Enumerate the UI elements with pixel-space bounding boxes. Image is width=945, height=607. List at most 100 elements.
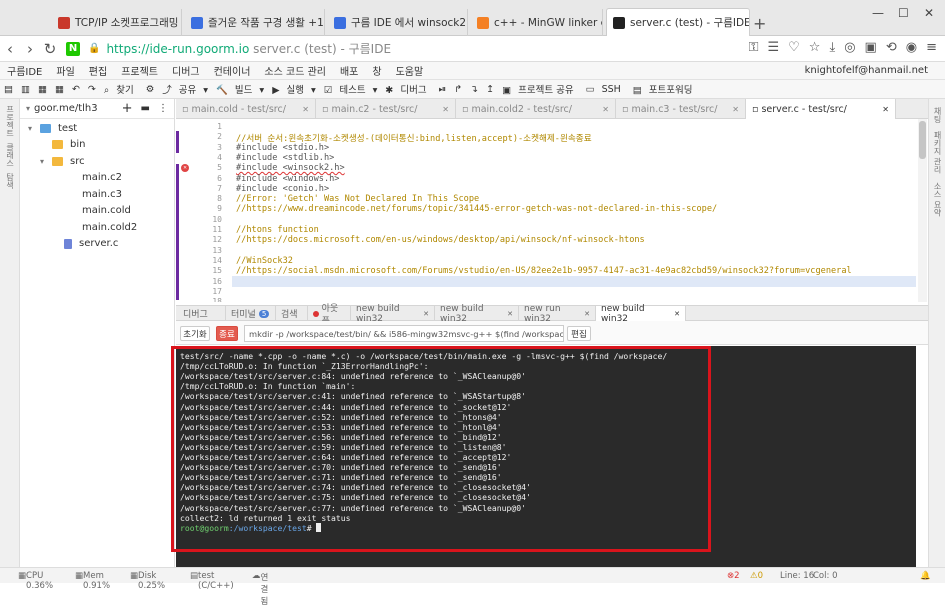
save-all-icon[interactable]: ▦ — [55, 84, 64, 95]
port-forward-button[interactable]: ▤ 포트포워딩 — [633, 82, 697, 96]
maximize-icon[interactable]: ☐ — [898, 6, 909, 20]
close-icon[interactable]: ✕ — [324, 16, 325, 29]
tree-node[interactable]: main.cold — [20, 203, 174, 220]
menu-item[interactable]: 소스 코드 관리 — [264, 63, 326, 78]
stop-button[interactable]: 종료 — [216, 326, 238, 341]
class-panel-tab[interactable]: 클래스 — [4, 143, 16, 167]
build-button[interactable]: 🔨 빌드 ▾ — [216, 82, 264, 96]
share-button[interactable]: ⤴ 공유 ▾ — [162, 82, 208, 96]
url-field[interactable]: https://ide-run.goorm.io server.c (test)… — [106, 40, 391, 57]
save-icon[interactable]: ▦ — [38, 84, 47, 95]
menu-item[interactable]: 도움말 — [396, 63, 424, 78]
user-account[interactable]: knightofelf@hanmail.net — [805, 65, 928, 76]
panel-tab[interactable]: 검색 — [276, 306, 308, 321]
add-icon[interactable]: + — [122, 101, 133, 116]
editor-tab[interactable]: ▫ main.cold2 - test/src/ ✕ — [456, 99, 616, 119]
project-share-button[interactable]: ▣ 프로젝트 공유 — [502, 82, 577, 96]
step-over-icon[interactable]: ↱ — [454, 84, 462, 95]
heart-icon[interactable]: ♡ — [788, 40, 800, 55]
step-out-icon[interactable]: ↥ — [486, 84, 494, 95]
menu-item[interactable]: 디버그 — [172, 63, 200, 78]
minimize-icon[interactable]: — — [872, 6, 884, 20]
browser-tab[interactable]: server.c (test) - 구름IDE✕ — [606, 8, 750, 36]
browser-tab[interactable]: 구름 IDE 에서 winsock2 사✕ — [328, 9, 468, 36]
error-icon[interactable]: ✕ — [181, 164, 189, 172]
back-icon[interactable]: ‹ — [0, 40, 20, 58]
chevron-down-icon[interactable]: ▾ — [28, 124, 38, 133]
editor-tab[interactable]: ▫ server.c - test/src/ ✕ — [746, 99, 896, 119]
tree-node[interactable]: main.cold2 — [20, 219, 174, 236]
new-file-icon[interactable]: ▤ — [4, 84, 13, 95]
panel-tab[interactable]: 디버그 — [178, 306, 226, 321]
warning-count[interactable]: ⚠ 0 — [750, 571, 763, 581]
reload-icon[interactable]: ↻ — [40, 40, 60, 58]
ssh-button[interactable]: ▭ SSH — [586, 84, 625, 95]
project-root-label[interactable]: goor.me/tlh3 — [34, 103, 98, 114]
close-icon[interactable]: ✕ — [674, 310, 680, 318]
capture-icon[interactable]: ◎ — [844, 40, 855, 55]
menu-icon[interactable]: ≡ — [926, 40, 937, 55]
history-icon[interactable]: ⟲ — [886, 40, 897, 55]
key-icon[interactable]: ⚿ — [749, 40, 759, 55]
close-icon[interactable]: ✕ — [442, 105, 449, 114]
step-icon[interactable]: ⏯ — [439, 84, 447, 95]
new-folder-icon[interactable]: ▬ — [141, 103, 150, 114]
package-panel-tab[interactable]: 패키지 관리 — [931, 131, 943, 174]
undo-icon[interactable]: ↶ — [72, 84, 80, 95]
close-window-icon[interactable]: ✕ — [924, 6, 934, 20]
editor-tab[interactable]: ▫ main.cold - test/src/ ✕ — [176, 99, 316, 119]
run-button[interactable]: ▶ 실행 ▾ — [272, 82, 316, 96]
menu-item[interactable]: 컨테이너 — [214, 63, 251, 78]
redo-icon[interactable]: ↷ — [88, 84, 96, 95]
panel-tab[interactable]: new build win32 ✕ — [435, 304, 519, 324]
download-icon[interactable]: ⤓ — [829, 40, 835, 55]
close-icon[interactable]: ✕ — [732, 105, 739, 114]
chevron-down-icon[interactable]: ▾ — [26, 104, 30, 113]
test-button[interactable]: ☑ 테스트 ▾ — [324, 82, 378, 96]
close-icon[interactable]: ✕ — [882, 105, 889, 114]
error-count[interactable]: ⊗ 2 — [727, 571, 740, 581]
naver-logo-icon[interactable]: N — [66, 41, 80, 56]
browser-tab[interactable]: TCP/IP 소켓프로그래밍 기초✕ — [52, 9, 182, 36]
account-icon[interactable]: ◉ — [906, 40, 917, 55]
more-icon[interactable]: ⋮ — [158, 103, 168, 114]
new-tab-button[interactable]: + — [753, 14, 766, 33]
tree-node[interactable]: bin — [20, 137, 174, 154]
menu-item[interactable]: 배포 — [340, 63, 358, 78]
panel-tab[interactable]: 아웃풋 — [308, 304, 351, 327]
open-folder-icon[interactable]: ▥ — [21, 84, 30, 95]
panel-tab[interactable]: new build win32 ✕ — [351, 304, 435, 324]
explore-panel-tab[interactable]: 탐색 — [4, 173, 16, 189]
bookmark-list-icon[interactable]: ☰ — [767, 40, 779, 55]
editor-tab[interactable]: ▫ main.c3 - test/src/ ✕ — [616, 99, 746, 119]
extension-icon[interactable]: ▣ — [865, 40, 877, 55]
menu-item[interactable]: 구름IDE — [7, 63, 42, 78]
menu-item[interactable]: 프로젝트 — [121, 63, 158, 78]
reset-button[interactable]: 초기화 — [180, 326, 210, 341]
panel-tab[interactable]: new build win32 ✕ — [596, 304, 686, 324]
project-type[interactable]: ▤ test (C/C++) — [190, 571, 234, 591]
edit-button[interactable]: 편집 — [567, 326, 591, 341]
settings-icon[interactable]: ⚙ — [146, 84, 155, 95]
forward-icon[interactable]: › — [20, 40, 40, 58]
scrollbar-thumb[interactable] — [919, 121, 926, 159]
panel-tab[interactable]: new run win32 ✕ — [519, 304, 596, 324]
menu-item[interactable]: 창 — [372, 63, 381, 78]
project-panel-tab[interactable]: 프로젝트 — [4, 105, 16, 137]
close-icon[interactable]: ✕ — [302, 105, 309, 114]
close-icon[interactable]: ✕ — [423, 310, 429, 318]
editor-scrollbar[interactable] — [918, 119, 927, 302]
star-icon[interactable]: ☆ — [809, 40, 821, 55]
tree-node[interactable]: ▾ src — [20, 153, 174, 170]
panel-tab[interactable]: 터미널 5 — [226, 306, 276, 321]
menu-item[interactable]: 파일 — [56, 63, 74, 78]
notification-icon[interactable]: 🔔 — [920, 571, 931, 581]
chevron-down-icon[interactable]: ▾ — [40, 157, 50, 166]
browser-tab[interactable]: c++ - MinGW linker error✕ — [471, 9, 603, 36]
close-icon[interactable]: ✕ — [602, 105, 609, 114]
debug-button[interactable]: ✱ 디버그 — [385, 82, 430, 96]
close-icon[interactable]: ✕ — [507, 310, 513, 318]
outline-panel-tab[interactable]: 소스 요약 — [931, 182, 943, 217]
browser-tab[interactable]: 즐거운 작품 구경 생활 +1✕ — [185, 9, 325, 36]
chat-panel-tab[interactable]: 채팅 — [931, 107, 943, 123]
